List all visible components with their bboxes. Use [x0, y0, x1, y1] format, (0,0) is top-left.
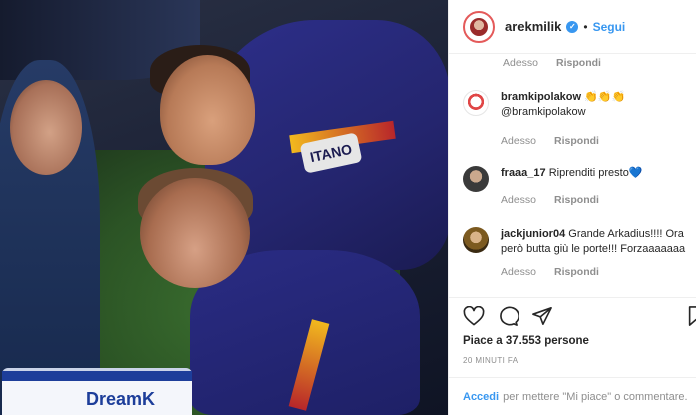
heart-icon[interactable]: [463, 306, 485, 326]
comment-meta: Adesso Rispondi: [501, 193, 643, 208]
post-actions: Piace a 37.553 persone 20 MINUTI FA: [449, 297, 696, 372]
author-avatar[interactable]: [463, 10, 495, 43]
comment-meta: Adesso Rispondi: [503, 57, 601, 69]
kitbag-stripe: [2, 371, 192, 381]
medical-kitbag: DreamK: [2, 368, 192, 415]
login-link[interactable]: Accedi: [463, 391, 499, 403]
comment-item: fraaa_17 Riprenditi presto💙 Adesso Rispo…: [463, 166, 689, 208]
comment-body: bramkipolakow 👏👏👏 @bramkipolakow Adesso …: [501, 90, 689, 149]
comment-item: Adesso Rispondi: [503, 57, 696, 69]
reply-button[interactable]: Rispondi: [554, 134, 599, 149]
comment-meta: Adesso Rispondi: [501, 265, 689, 280]
comment-icon[interactable]: [497, 306, 519, 326]
comment-username[interactable]: jackjunior04: [501, 228, 565, 240]
injured-player-head: [140, 178, 250, 288]
post-timestamp: 20 MINUTI FA: [463, 356, 519, 365]
comment-body: jackjunior04 Grande Arkadius!!!! Ora per…: [501, 227, 689, 280]
medic-head: [10, 80, 82, 175]
reply-button[interactable]: Rispondi: [556, 57, 601, 69]
comment-time: Adesso: [501, 266, 537, 278]
comment-item: jackjunior04 Grande Arkadius!!!! Ora per…: [463, 227, 689, 280]
comment-meta: Adesso Rispondi: [501, 134, 689, 149]
captain-head: [160, 55, 255, 165]
login-prompt-text: per mettere "Mi piace" o commentare.: [503, 390, 688, 403]
post-sidebar: arekmilik ✓ • Segui Adesso Rispondi bram…: [448, 0, 696, 415]
comment-text: Riprenditi presto: [548, 167, 629, 179]
kitbag-brand-suffix: K: [142, 389, 156, 409]
post-photo[interactable]: ITANO DreamK: [0, 0, 448, 415]
bramkipolakow-avatar[interactable]: [463, 90, 489, 116]
likes-count[interactable]: Piace a 37.553 persone: [463, 335, 589, 347]
share-icon[interactable]: [531, 306, 553, 326]
bookmark-icon[interactable]: [687, 306, 696, 331]
author-username[interactable]: arekmilik: [505, 19, 561, 34]
add-comment-bar: Accedi per mettere "Mi piace" o commenta…: [449, 377, 696, 415]
comment-item: bramkipolakow 👏👏👏 @bramkipolakow Adesso …: [463, 90, 689, 149]
post-header: arekmilik ✓ • Segui: [449, 0, 696, 54]
verified-badge-icon: ✓: [566, 20, 579, 33]
follow-button[interactable]: Segui: [593, 20, 626, 34]
jackjunior-avatar[interactable]: [463, 227, 489, 253]
blue-heart-emoji: 💙: [628, 167, 643, 179]
comment-username[interactable]: bramkipolakow: [501, 91, 581, 103]
comment-time: Adesso: [503, 57, 539, 69]
kitbag-brand-text: Dream: [86, 389, 143, 409]
reply-button[interactable]: Rispondi: [554, 193, 599, 208]
jersey-stripe: [288, 319, 330, 411]
action-icons: [463, 306, 553, 326]
reply-button[interactable]: Rispondi: [554, 265, 599, 280]
comment-time: Adesso: [501, 194, 537, 206]
comments-list[interactable]: Adesso Rispondi bramkipolakow 👏👏👏 @bramk…: [449, 54, 696, 297]
kitbag-brand: DreamK: [86, 389, 155, 410]
comment-username[interactable]: fraaa_17: [501, 167, 546, 179]
fraaa-avatar[interactable]: [463, 166, 489, 192]
comment-time: Adesso: [501, 135, 537, 147]
comment-body: fraaa_17 Riprenditi presto💙 Adesso Rispo…: [501, 166, 643, 208]
header-separator: •: [583, 19, 588, 34]
